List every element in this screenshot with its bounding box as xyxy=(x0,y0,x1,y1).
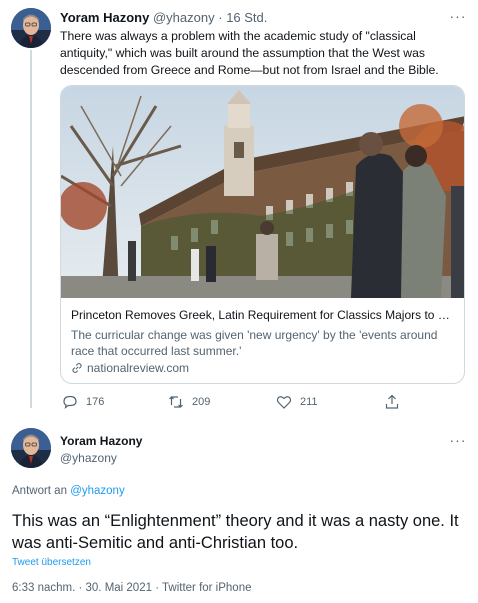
card-description: The curricular change was given 'new urg… xyxy=(71,328,438,358)
card-domain-row: nationalreview.com xyxy=(71,361,189,375)
tweet-text: There was always a problem with the acad… xyxy=(60,29,439,77)
thread-connector-line xyxy=(30,50,32,408)
reply-context: Antwort an @yhazony xyxy=(12,485,125,497)
tweet-timestamp[interactable]: 6:33 nachm. · 30. Mai 2021 · Twitter for… xyxy=(12,582,252,594)
like-count: 211 xyxy=(300,396,318,408)
author-name[interactable]: Yoram Hazony xyxy=(60,10,149,25)
avatar[interactable] xyxy=(11,428,51,468)
card-title[interactable]: Princeton Removes Greek, Latin Requireme… xyxy=(71,308,456,322)
retweet-count: 209 xyxy=(192,396,211,408)
like-button[interactable]: 211 xyxy=(276,394,318,410)
share-button[interactable] xyxy=(384,394,400,410)
link-card[interactable]: Princeton Removes Greek, Latin Requireme… xyxy=(60,85,465,384)
reply-count: 176 xyxy=(86,396,105,408)
tweet-time[interactable]: 16 Std. xyxy=(226,10,267,25)
reply-target-link[interactable]: @yhazony xyxy=(70,485,125,497)
author-handle[interactable]: @yhazony xyxy=(60,451,117,465)
retweet-icon xyxy=(169,396,183,408)
heart-icon xyxy=(276,396,292,409)
reply-button[interactable]: 176 xyxy=(62,394,104,410)
retweet-button[interactable]: 209 xyxy=(168,394,210,410)
reply-icon xyxy=(63,395,77,409)
more-horizontal-icon[interactable]: ··· xyxy=(447,433,469,450)
tweet-header: Yoram Hazony @yhazony · 16 Std. xyxy=(60,10,267,25)
more-horizontal-icon[interactable]: ··· xyxy=(447,9,469,26)
avatar[interactable] xyxy=(11,8,51,48)
card-domain: nationalreview.com xyxy=(87,361,190,375)
avatar-image xyxy=(11,8,51,48)
link-icon xyxy=(72,362,82,374)
reply-prefix: Antwort an xyxy=(12,485,67,497)
header-separator: · xyxy=(218,10,223,25)
card-image xyxy=(61,86,464,298)
translate-link[interactable]: Tweet übersetzen xyxy=(12,557,91,568)
author-handle[interactable]: @yhazony xyxy=(153,10,215,25)
share-icon xyxy=(385,394,399,409)
avatar-image xyxy=(11,428,51,468)
author-name[interactable]: Yoram Hazony xyxy=(60,434,142,448)
tweet-text: This was an “Enlightenment” theory and i… xyxy=(12,512,459,552)
